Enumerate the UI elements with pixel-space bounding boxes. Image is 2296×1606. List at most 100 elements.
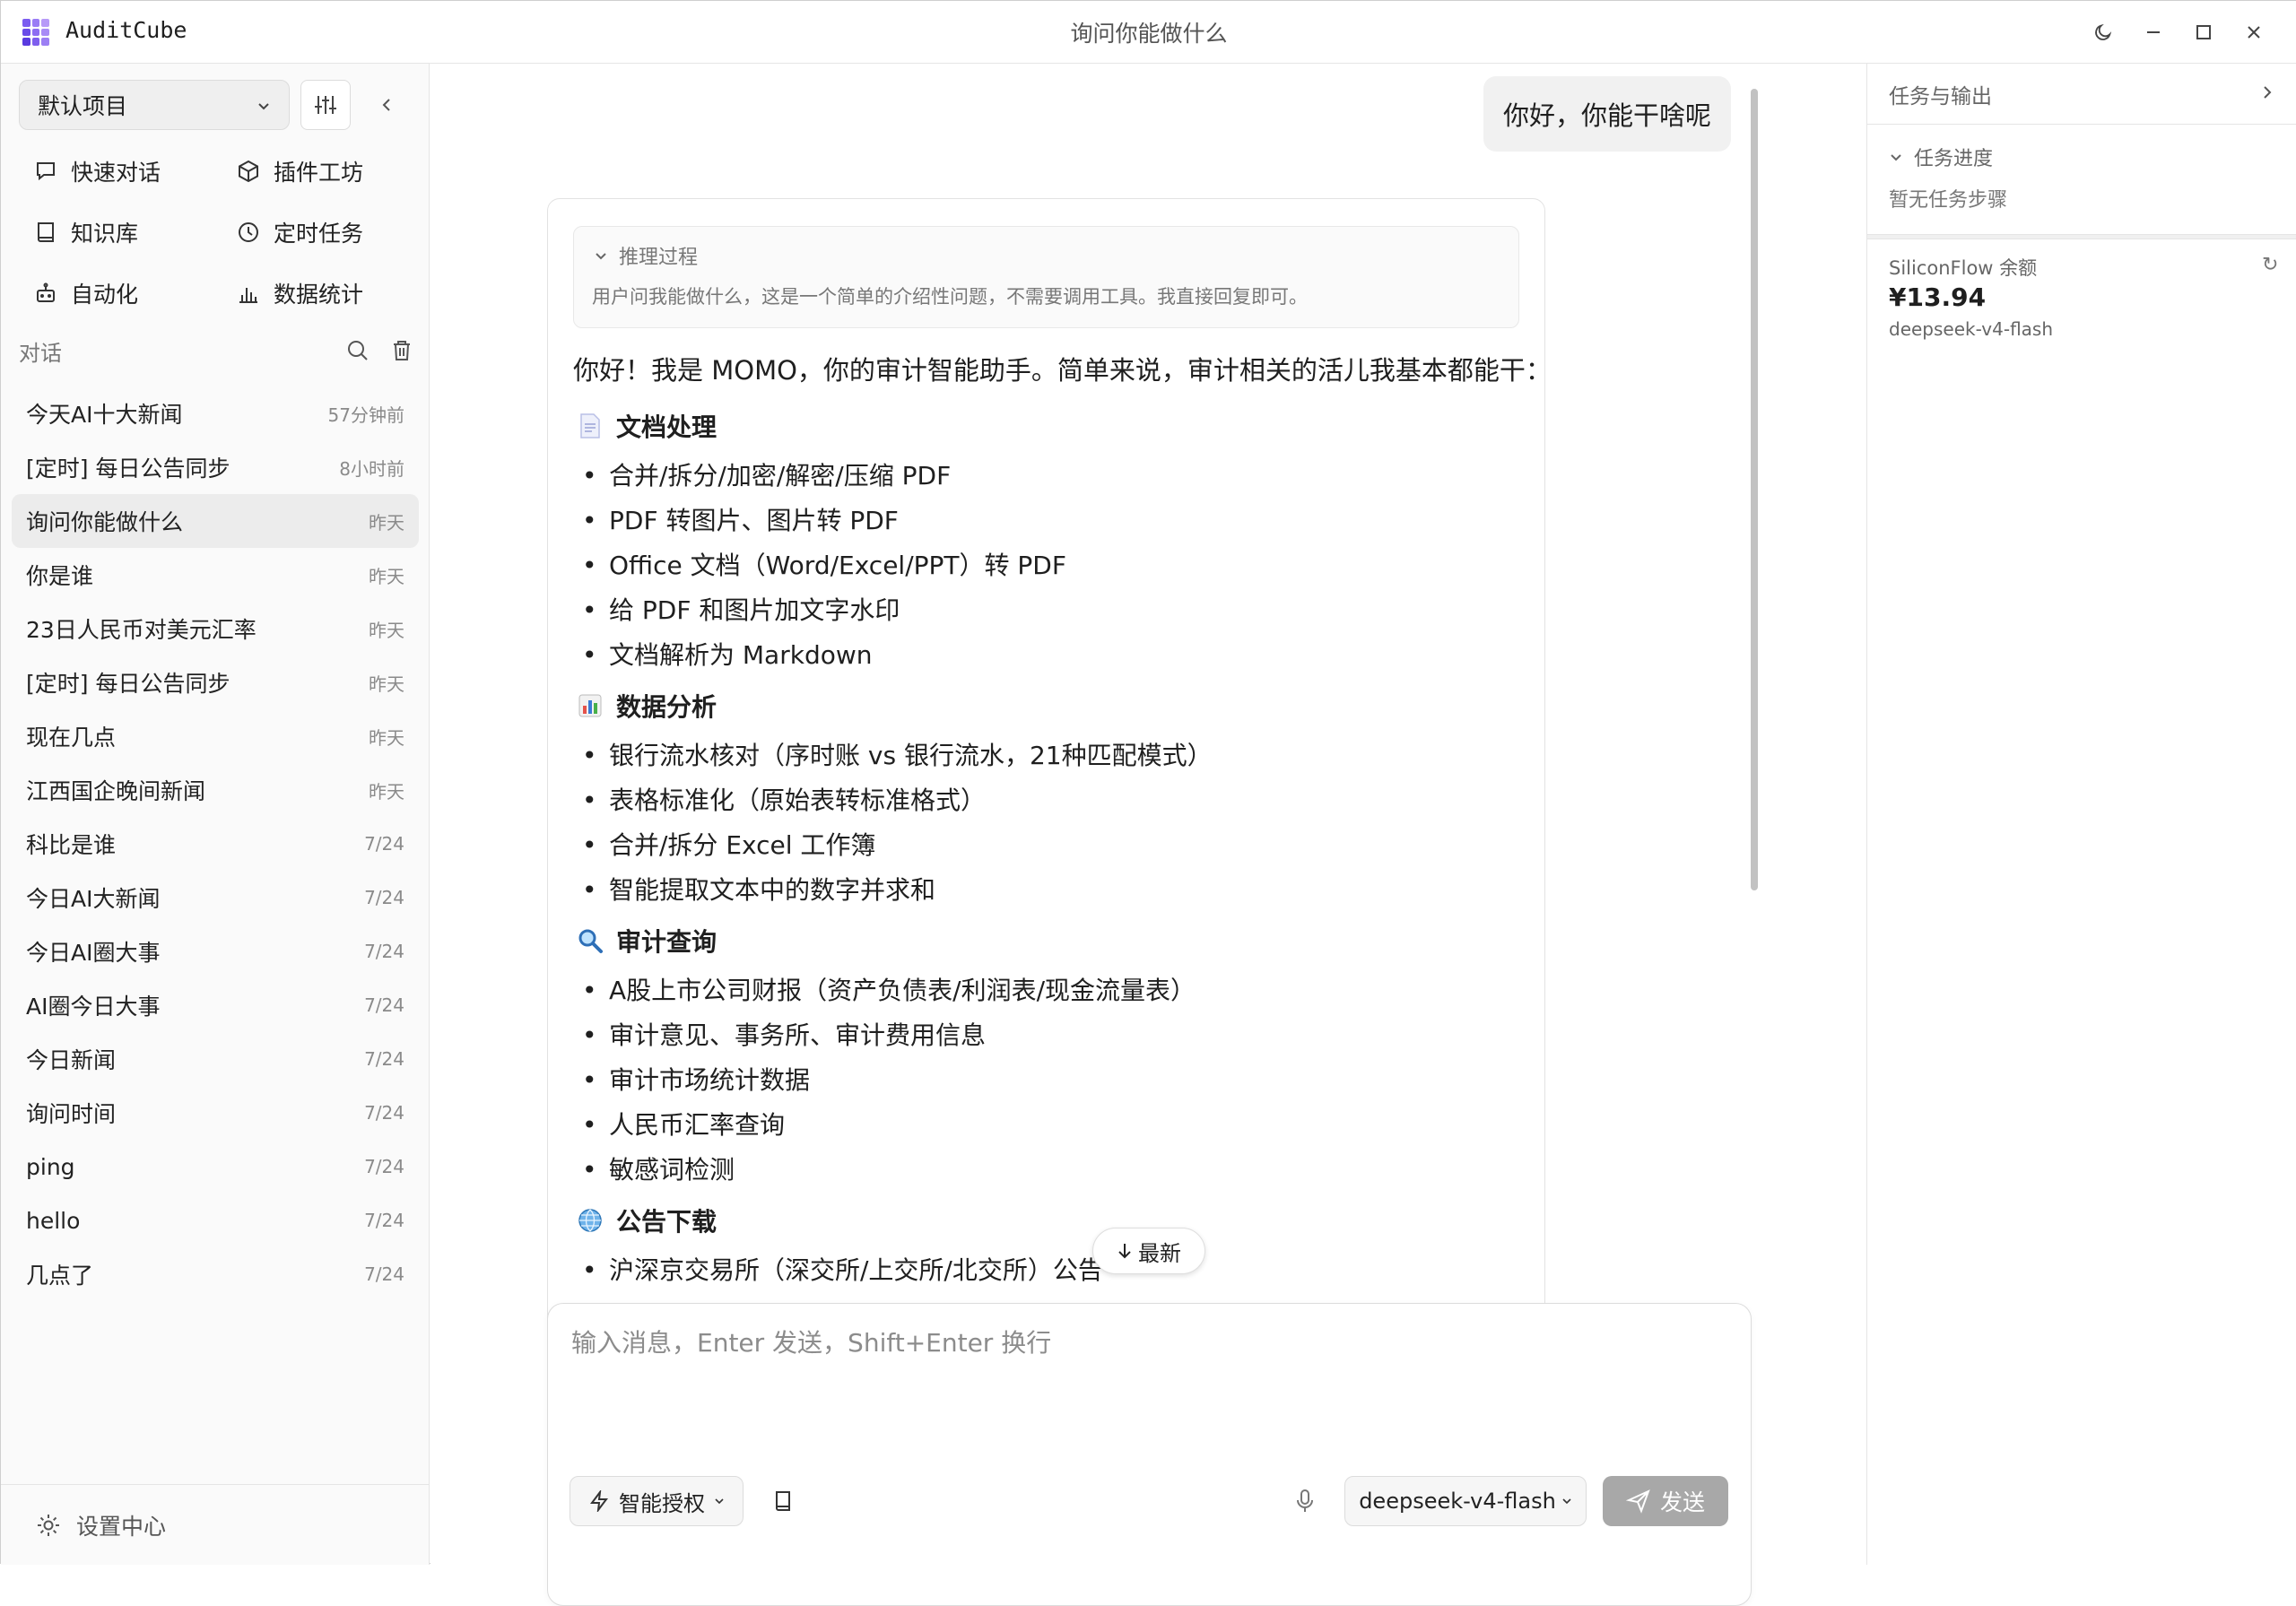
conversation-title: 今日新闻 (26, 1047, 117, 1073)
nav-knowledge-base[interactable]: 知识库 (19, 207, 138, 257)
minimize-icon[interactable] (2134, 13, 2173, 51)
book-icon (776, 1491, 790, 1511)
conversation-time: 昨天 (369, 619, 404, 641)
conversation-title: 你是谁 (26, 563, 94, 589)
answer-bullet-item: 银行流水核对（序时账 vs 银行流水，21种匹配模式） (573, 734, 1524, 778)
book-icon (38, 222, 54, 242)
cube-icon (239, 160, 258, 183)
conversation-time: 7/24 (364, 994, 404, 1016)
logo-cell (31, 38, 40, 46)
conversation-item[interactable]: 今天AI十大新闻 57分钟前 (12, 386, 419, 440)
conversation-title: 今日AI大新闻 (26, 886, 161, 912)
conversation-item[interactable]: 今日AI圈大事 7/24 (12, 925, 419, 978)
answer-bullet-item: 敏感词检测 (573, 1148, 1524, 1193)
conversation-item[interactable]: hello 7/24 (12, 1194, 419, 1247)
smart-authorization-button[interactable]: 智能授权 (570, 1476, 744, 1526)
settings-center-button[interactable]: 设置中心 (1, 1484, 430, 1565)
nav-quick-chat[interactable]: 快速对话 (19, 146, 161, 196)
conversation-item[interactable]: AI圈今日大事 7/24 (12, 978, 419, 1032)
chevron-down-icon (1891, 154, 1901, 161)
conversation-item[interactable]: 今日AI大新闻 7/24 (12, 871, 419, 925)
conversation-item[interactable]: 询问你能做什么 昨天 (12, 494, 419, 548)
answer-bullet-item: PDF 转图片、图片转 PDF (573, 499, 1524, 543)
nav-label: 自动化 (71, 282, 139, 308)
project-select[interactable]: 默认项目 (19, 80, 290, 130)
bar-chart-icon (239, 288, 257, 303)
send-button[interactable]: 发送 (1603, 1476, 1728, 1526)
trash-icon[interactable] (390, 339, 413, 362)
conversation-time: 7/24 (364, 1156, 404, 1177)
answer-section-title: 数据分析 (573, 678, 1524, 734)
model-select[interactable]: deepseek-v4-flash (1344, 1476, 1587, 1526)
answer-bullet-item: Office 文档（Word/Excel/PPT）转 PDF (573, 543, 1524, 588)
section-title-text: 审计查询 (616, 927, 718, 957)
conversation-item[interactable]: [定时] 每日公告同步 昨天 (12, 655, 419, 709)
auth-label: 智能授权 (619, 1490, 705, 1516)
chat-scrollbar[interactable] (1751, 89, 1758, 890)
section-title-text: 文档处理 (616, 412, 718, 442)
user-message-bubble: 你好，你能干啥呢 (1483, 76, 1731, 152)
globe-icon (577, 1207, 604, 1234)
conversation-item[interactable]: 江西国企晚间新闻 昨天 (12, 763, 419, 817)
close-icon[interactable] (2234, 13, 2274, 51)
chevron-down-icon (715, 1498, 724, 1505)
reasoning-label: 推理过程 (619, 247, 699, 269)
collapse-sidebar-button[interactable] (369, 83, 404, 126)
reasoning-panel[interactable]: 推理过程 用户问我能做什么，这是一个简单的介绍性问题，不需要调用工具。我直接回复… (573, 226, 1519, 328)
answer-bullet-item: 审计市场统计数据 (573, 1058, 1524, 1103)
chat-main: 你好，你能干啥呢 推理过程 用户问我能做什么，这是一个简单的介绍性问题，不需要调… (430, 64, 1866, 1606)
conversation-item[interactable]: 科比是谁 7/24 (12, 817, 419, 871)
scroll-to-latest-button[interactable]: 最新 (1092, 1228, 1205, 1274)
answer-section-title: 审计查询 (573, 913, 1524, 968)
conversation-time: 7/24 (364, 833, 404, 855)
conversation-time: 7/24 (364, 1102, 404, 1124)
section-title-text: 数据分析 (616, 692, 718, 722)
conversation-time: 7/24 (364, 1210, 404, 1231)
answer-bullet-item: 表格标准化（原始表转标准格式） (573, 778, 1524, 823)
answer-bullet-list: 合并/拆分/加密/解密/压缩 PDFPDF 转图片、图片转 PDFOffice … (573, 454, 1524, 678)
balance-label: SiliconFlow 余额 (1889, 257, 2038, 279)
answer-section-title: 公告下载 (573, 1193, 1524, 1248)
nav-data-statistics[interactable]: 数据统计 (222, 268, 363, 318)
knowledge-base-attach-button[interactable] (761, 1480, 804, 1523)
conversation-item[interactable]: [定时] 每日公告同步 8小时前 (12, 440, 419, 494)
conversation-item[interactable]: 询问时间 7/24 (12, 1086, 419, 1140)
message-input[interactable] (571, 1324, 1728, 1467)
task-progress-toggle[interactable]: 任务进度 (1889, 143, 1993, 171)
maximize-icon[interactable] (2184, 13, 2223, 51)
tasks-output-title: 任务与输出 (1889, 84, 1992, 109)
conversation-item[interactable]: 现在几点 昨天 (12, 709, 419, 763)
arrow-down-icon (1118, 1244, 1131, 1259)
conversation-time: 8小时前 (339, 457, 404, 480)
conversation-item[interactable]: 你是谁 昨天 (12, 548, 419, 602)
answer-bullet-item: 人民币汇率查询 (573, 1103, 1524, 1148)
document-icon (577, 412, 604, 439)
answer-bullet-list: A股上市公司财报（资产负债表/利润表/现金流量表）审计意见、事务所、审计费用信息… (573, 968, 1524, 1193)
chevron-down-icon (1562, 1498, 1571, 1505)
refresh-icon[interactable]: ↻ (2262, 254, 2278, 276)
answer-bullet-item: 合并/拆分/加密/解密/压缩 PDF (573, 454, 1524, 499)
magnifier-icon (577, 927, 604, 954)
theme-toggle-moon-icon[interactable] (2083, 13, 2123, 51)
conversation-time: 昨天 (369, 565, 404, 587)
tasks-output-header[interactable]: 任务与输出 (1867, 64, 2296, 125)
app-name: AuditCube (65, 17, 187, 43)
assistant-answer-card: 推理过程 用户问我能做什么，这是一个简单的介绍性问题，不需要调用工具。我直接回复… (547, 198, 1545, 1364)
search-icon[interactable] (345, 338, 370, 363)
reasoning-toggle[interactable]: 推理过程 (594, 241, 698, 270)
conversation-item[interactable]: ping 7/24 (12, 1140, 419, 1194)
conversation-item[interactable]: 23日人民币对美元汇率 昨天 (12, 602, 419, 655)
microphone-icon (1297, 1489, 1313, 1512)
microphone-button[interactable] (1283, 1480, 1326, 1523)
nav-plugin-workshop[interactable]: 插件工坊 (222, 146, 363, 196)
conversation-item[interactable]: 几点了 7/24 (12, 1247, 419, 1301)
logo-cell (41, 28, 49, 37)
app-window: AuditCube 询问你能做什么 默认项目 快速对话 插件工坊 知识库 定时任… (0, 0, 2296, 1606)
nav-automation[interactable]: 自动化 (19, 268, 138, 318)
conversation-list: 今天AI十大新闻 57分钟前 [定时] 每日公告同步 8小时前 询问你能做什么 昨天 你是谁… (12, 386, 419, 1301)
nav-scheduled-tasks[interactable]: 定时任务 (222, 207, 363, 257)
conversation-time: 57分钟前 (327, 404, 404, 426)
filter-sliders-button[interactable] (300, 80, 351, 130)
logo-cell (41, 19, 49, 27)
conversation-item[interactable]: 今日新闻 7/24 (12, 1032, 419, 1086)
